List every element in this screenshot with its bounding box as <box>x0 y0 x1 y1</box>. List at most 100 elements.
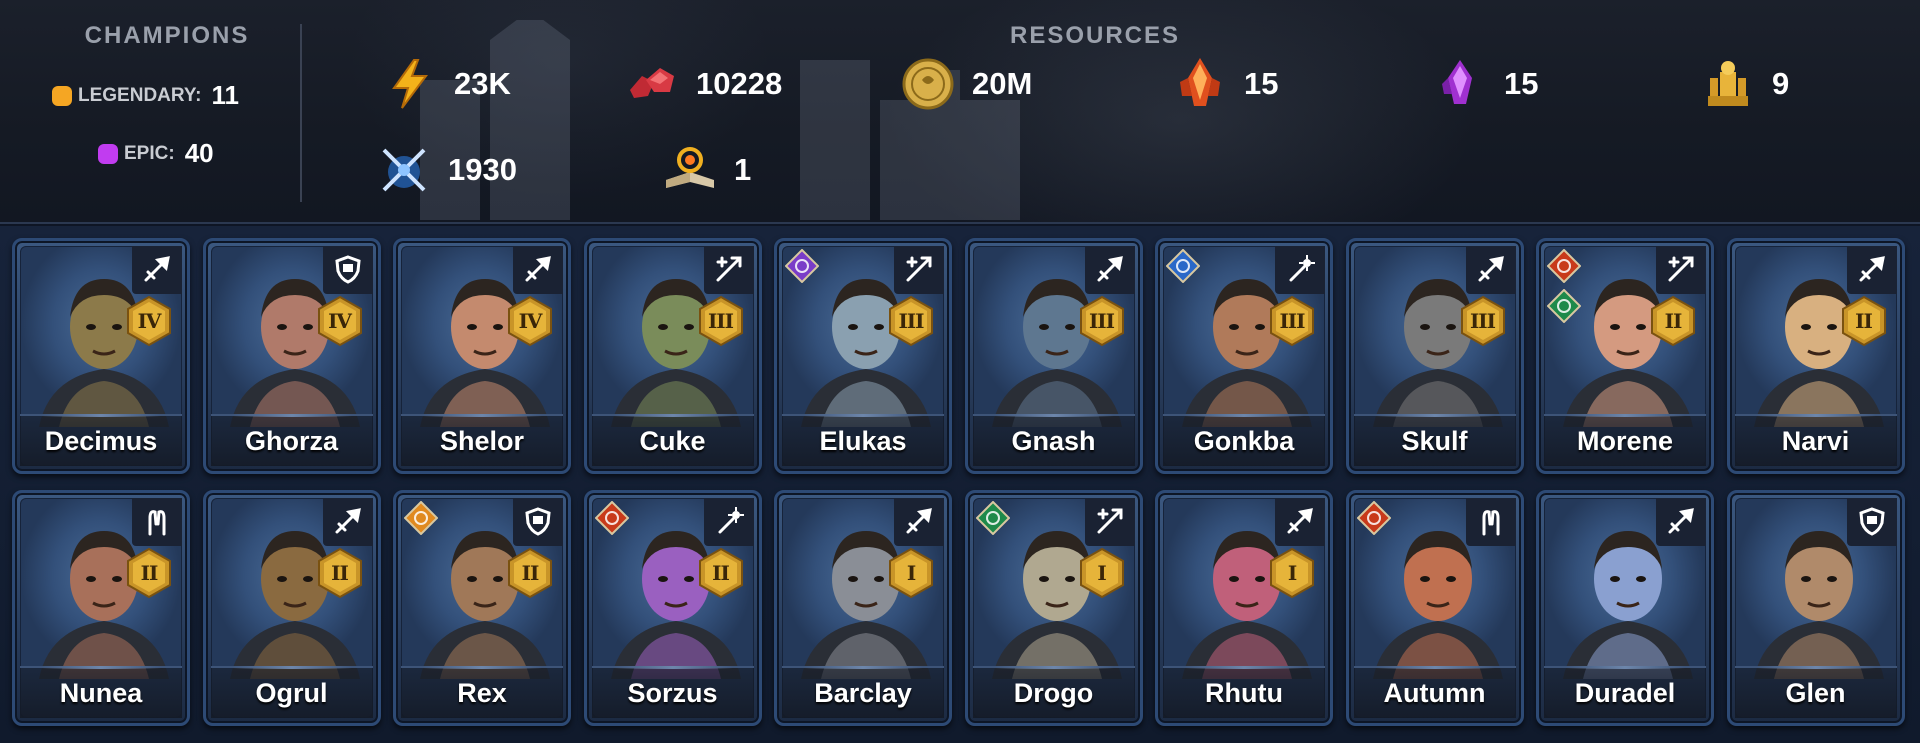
champion-name: Elukas <box>819 426 907 456</box>
rank-label: II <box>1855 309 1873 333</box>
spirit-affinity-icon <box>1547 289 1581 323</box>
legendary-shard-icon <box>1180 58 1220 106</box>
attack-role-icon <box>906 508 932 534</box>
rank-badge: III <box>1268 295 1316 347</box>
rank-label: I <box>1287 561 1297 585</box>
name-bar: Shelor <box>401 414 563 466</box>
champion-card-shelor[interactable]: IV Shelor <box>393 238 571 474</box>
rank-badge: III <box>1459 295 1507 347</box>
rank-label: II <box>1664 309 1683 333</box>
name-bar: Gnash <box>972 414 1135 466</box>
resource-legendary-shards[interactable]: 15 <box>1172 56 1278 112</box>
rank-badge: IV <box>506 295 554 347</box>
epic-shard-icon <box>1442 60 1472 104</box>
champion-card-gonkba[interactable]: III Gonkba <box>1155 238 1333 474</box>
resource-silver[interactable]: 20M <box>900 56 1032 112</box>
resources-title: RESOURCES <box>1009 22 1181 49</box>
champion-name: Duradel <box>1574 678 1676 708</box>
role-tab <box>1275 498 1325 546</box>
name-bar: Sorzus <box>591 666 754 718</box>
champion-card-autumn[interactable]: Autumn <box>1345 490 1524 726</box>
champion-card-nunea[interactable]: II Nunea <box>12 490 190 726</box>
champion-card-morene[interactable]: II Morene <box>1536 238 1714 474</box>
rank-badge: III <box>1078 295 1126 347</box>
champion-card-barclay[interactable]: I Barclay <box>774 490 952 726</box>
champion-name: Gonkba <box>1193 426 1295 456</box>
champion-card-sorzus[interactable]: II Sorzus <box>583 490 762 726</box>
champion-name: Nunea <box>59 678 143 708</box>
champion-name: Sorzus <box>627 678 718 708</box>
header-divider <box>300 24 302 202</box>
champion-card-decimus[interactable]: IV Decimus <box>12 238 190 474</box>
force-affinity-icon <box>1356 501 1391 535</box>
arena-swords-icon <box>382 148 426 192</box>
resource-epic-shards-value: 15 <box>1504 66 1539 101</box>
defense-role-icon <box>525 507 551 536</box>
spirit-affinity-icon <box>975 501 1010 535</box>
role-tab <box>1846 246 1897 294</box>
champion-card-duradel[interactable]: Duradel <box>1536 490 1714 726</box>
magic-affinity-icon <box>1166 249 1200 283</box>
force-affinity-icon <box>594 501 629 535</box>
champion-card-ogrul[interactable]: II Ogrul <box>202 490 381 726</box>
rank-badge: III <box>697 295 745 347</box>
champion-card-gnash[interactable]: III Gnash <box>964 238 1143 474</box>
rank-badge: IV <box>316 295 364 347</box>
champion-card-narvi[interactable]: II Narvi <box>1726 238 1905 474</box>
role-tab <box>322 246 373 294</box>
resource-arena[interactable]: 1930 <box>376 142 517 198</box>
name-bar: Elukas <box>782 414 944 466</box>
name-bar: Nunea <box>20 666 182 718</box>
epic-dot-icon <box>98 143 118 164</box>
resource-statues-value: 9 <box>1772 66 1790 101</box>
champions-title: CHAMPIONS <box>84 22 250 49</box>
champion-card-skulf[interactable]: III Skulf <box>1345 238 1524 474</box>
resource-statues[interactable]: 9 <box>1700 56 1789 112</box>
role-tab <box>1656 246 1706 294</box>
gold-affinity-icon <box>404 501 438 535</box>
champion-card-cuke[interactable]: III Cuke <box>583 238 762 474</box>
rank-badge: II <box>697 547 745 599</box>
champion-card-elukas[interactable]: III Elukas <box>774 238 952 474</box>
role-tab <box>1465 246 1516 294</box>
champion-card-drogo[interactable]: I Drogo <box>964 490 1143 726</box>
name-bar: Barclay <box>782 666 944 718</box>
champion-name: Drogo <box>1013 678 1094 708</box>
name-bar: Cuke <box>591 414 754 466</box>
name-bar: Narvi <box>1734 414 1897 466</box>
resource-rubies-value: 10228 <box>696 66 783 101</box>
resource-tomes-value: 1 <box>734 152 752 187</box>
rank-badge: II <box>1649 295 1697 347</box>
silver-coin-icon <box>902 58 954 110</box>
rank-label: II <box>331 561 349 585</box>
attack-role-icon <box>335 508 361 534</box>
role-tab <box>1084 246 1135 294</box>
champion-name: Cuke <box>639 426 706 456</box>
name-bar: Ogrul <box>210 666 373 718</box>
champion-card-glen[interactable]: Glen <box>1726 490 1905 726</box>
attack-role-icon <box>525 256 551 282</box>
name-bar: Ghorza <box>210 414 373 466</box>
role-tab <box>1465 498 1516 546</box>
champion-name: Autumn <box>1383 678 1486 708</box>
champion-card-rhutu[interactable]: I Rhutu <box>1155 490 1333 726</box>
champion-name: Ghorza <box>244 426 338 456</box>
rank-badge: I <box>887 547 935 599</box>
attack-role-icon <box>1478 256 1504 282</box>
name-bar: Skulf <box>1353 414 1516 466</box>
attack-role-icon <box>1287 508 1313 534</box>
resource-epic-shards[interactable]: 15 <box>1432 56 1538 112</box>
champion-card-ghorza[interactable]: IV Ghorza <box>202 238 381 474</box>
role-tab <box>132 246 182 294</box>
support-role-icon <box>906 256 932 282</box>
force-affinity-icon <box>1547 249 1581 283</box>
role-tab <box>703 498 754 546</box>
resource-tomes[interactable]: 1 <box>662 142 751 198</box>
rank-label: I <box>906 561 916 585</box>
legendary-count: 11 <box>211 80 240 110</box>
resource-rubies[interactable]: 10228 <box>624 56 782 112</box>
resource-energy[interactable]: 23K <box>382 56 511 112</box>
champion-name: Glen <box>1785 678 1846 708</box>
champion-card-rex[interactable]: II Rex <box>393 490 571 726</box>
rank-badge: III <box>887 295 935 347</box>
